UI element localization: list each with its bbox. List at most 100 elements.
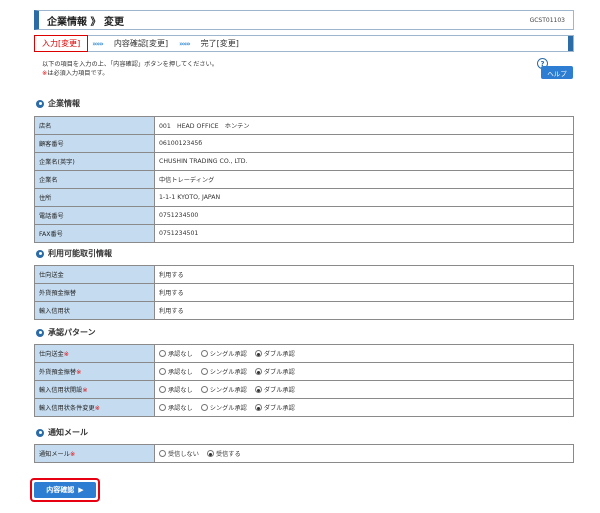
table-row: FAX番号 0751234501 xyxy=(34,224,574,243)
row-value: 承認なし シングル承認 ダブル承認 xyxy=(154,362,574,381)
radio-double[interactable]: ダブル承認 xyxy=(254,403,295,412)
row-label: 店名 xyxy=(34,116,155,135)
row-label: 輸入信用状条件変更※ xyxy=(34,398,155,417)
row-label: 住所 xyxy=(34,188,155,207)
radio-icon[interactable] xyxy=(206,450,214,457)
approval-radio-group: 承認なし シングル承認 ダブル承認 xyxy=(159,349,569,358)
steps-endcap xyxy=(568,36,573,51)
table-row: 電話番号 0751234500 xyxy=(34,206,574,225)
services-table: 仕向送金 利用する 外貨預金振替 利用する 輸入信用状 利用する xyxy=(34,265,574,320)
row-label-text: 輸入信用状開設 xyxy=(39,387,83,394)
row-label: 外貨預金振替※ xyxy=(34,362,155,381)
row-label: 電話番号 xyxy=(34,206,155,225)
radio-label: ダブル承認 xyxy=(263,387,295,394)
row-label: 仕向送金※ xyxy=(34,344,155,363)
approval-radio-group: 承認なし シングル承認 ダブル承認 xyxy=(159,385,569,394)
radio-icon[interactable] xyxy=(159,450,166,457)
radio-icon[interactable] xyxy=(159,386,166,393)
radio-icon[interactable] xyxy=(254,368,262,375)
row-label: 仕向送金 xyxy=(34,265,155,284)
section-approval-title: 承認パターン xyxy=(48,328,96,337)
row-label-text: 輸入信用状条件変更 xyxy=(39,405,95,412)
radio-icon[interactable] xyxy=(200,386,208,393)
table-row: 住所 1-1-1 KYOTO, JAPAN xyxy=(34,188,574,207)
confirm-button[interactable]: 内容確認 ▶ xyxy=(34,482,96,498)
section-notify-title: 通知メール xyxy=(48,428,88,437)
radio-single[interactable]: シングル承認 xyxy=(200,385,247,394)
radio-icon[interactable] xyxy=(254,404,262,411)
row-label: 企業名(英字) xyxy=(34,152,155,171)
radio-none[interactable]: 承認なし xyxy=(159,367,193,376)
step-input: 入力[変更] xyxy=(34,35,89,52)
row-value: 利用する xyxy=(154,265,574,284)
page-title-bar: 企業情報 》 変更 GCST01103 xyxy=(34,10,574,30)
radio-label: シングル承認 xyxy=(209,351,247,358)
radio-none[interactable]: 承認なし xyxy=(159,403,193,412)
row-label: FAX番号 xyxy=(34,224,155,243)
radio-icon[interactable] xyxy=(159,350,166,357)
radio-label: 承認なし xyxy=(168,369,193,376)
radio-single[interactable]: シングル承認 xyxy=(200,367,247,376)
radio-single[interactable]: シングル承認 xyxy=(200,349,247,358)
radio-icon[interactable] xyxy=(200,350,208,357)
radio-label: 承認なし xyxy=(168,351,193,358)
radio-notify-0[interactable]: 受信しない xyxy=(159,449,199,458)
row-value: 利用する xyxy=(154,283,574,302)
notify-radio-group: 受信しない 受信する xyxy=(159,449,569,458)
radio-label: シングル承認 xyxy=(209,405,247,412)
table-row: 仕向送金※ 承認なし シングル承認 ダブル承認 xyxy=(34,344,574,363)
help-label: ヘルプ xyxy=(541,66,573,79)
row-value: 中信トレーディング xyxy=(154,170,574,189)
radio-label: シングル承認 xyxy=(209,369,247,376)
company-table: 店名 001 HEAD OFFICE ホンテン 顧客番号 0610012345б 企業名… xyxy=(34,116,574,243)
step-complete: 完了[変更] xyxy=(200,39,239,48)
radio-icon[interactable] xyxy=(254,386,262,393)
help-button[interactable]: ? ヘルプ xyxy=(537,58,573,80)
radio-double[interactable]: ダブル承認 xyxy=(254,367,295,376)
radio-none[interactable]: 承認なし xyxy=(159,349,193,358)
radio-icon[interactable] xyxy=(159,368,166,375)
radio-label: シングル承認 xyxy=(209,387,247,394)
required-mark: ※ xyxy=(82,387,88,394)
table-row: 輸入信用状条件変更※ 承認なし シングル承認 ダブル承認 xyxy=(34,398,574,417)
row-value: 0751234501 xyxy=(154,224,574,243)
radio-icon[interactable] xyxy=(254,350,262,357)
radio-label: 承認なし xyxy=(168,387,193,394)
radio-label: ダブル承認 xyxy=(263,369,295,376)
bullet-icon xyxy=(36,328,44,337)
section-notify-heading: 通知メール xyxy=(36,427,88,438)
row-value: 001 HEAD OFFICE ホンテン xyxy=(154,116,574,135)
row-label: 外貨預金振替 xyxy=(34,283,155,302)
table-row: 外貨預金振替 利用する xyxy=(34,283,574,302)
table-row: 仕向送金 利用する xyxy=(34,265,574,284)
table-row: 企業名 中信トレーディング xyxy=(34,170,574,189)
row-label-text: 仕向送金 xyxy=(39,351,64,358)
row-value: 0610012345б xyxy=(154,134,574,153)
section-company-title: 企業情報 xyxy=(48,99,80,108)
arrow-right-icon: ▶ xyxy=(78,486,84,494)
intro-line-2: ※は必須入力項目です。 xyxy=(42,69,218,78)
radio-none[interactable]: 承認なし xyxy=(159,385,193,394)
radio-notify-1[interactable]: 受信する xyxy=(206,449,241,458)
radio-label: 受信する xyxy=(215,451,241,458)
radio-single[interactable]: シングル承認 xyxy=(200,403,247,412)
approval-radio-group: 承認なし シングル承認 ダブル承認 xyxy=(159,367,569,376)
radio-icon[interactable] xyxy=(200,368,208,375)
required-mark: ※ xyxy=(63,351,69,358)
radio-icon[interactable] xyxy=(159,404,166,411)
table-row: 輸入信用状開設※ 承認なし シングル承認 ダブル承認 xyxy=(34,380,574,399)
radio-icon[interactable] xyxy=(200,404,208,411)
row-label-text: 外貨預金振替 xyxy=(39,369,77,376)
row-label: 顧客番号 xyxy=(34,134,155,153)
radio-double[interactable]: ダブル承認 xyxy=(254,349,295,358)
approval-table: 仕向送金※ 承認なし シングル承認 ダブル承認 外貨預金振替※ 承認なし シングル承認 ダブル… xyxy=(34,344,574,417)
table-row: 店名 001 HEAD OFFICE ホンテン xyxy=(34,116,574,135)
required-mark: ※ xyxy=(69,451,76,458)
approval-radio-group: 承認なし シングル承認 ダブル承認 xyxy=(159,403,569,412)
row-value: 承認なし シングル承認 ダブル承認 xyxy=(154,344,574,363)
radio-label: ダブル承認 xyxy=(263,405,295,412)
table-row: 通知メール※ 受信しない 受信する xyxy=(34,444,574,463)
section-company-heading: 企業情報 xyxy=(36,98,80,109)
radio-double[interactable]: ダブル承認 xyxy=(254,385,295,394)
radio-label: 承認なし xyxy=(168,405,193,412)
